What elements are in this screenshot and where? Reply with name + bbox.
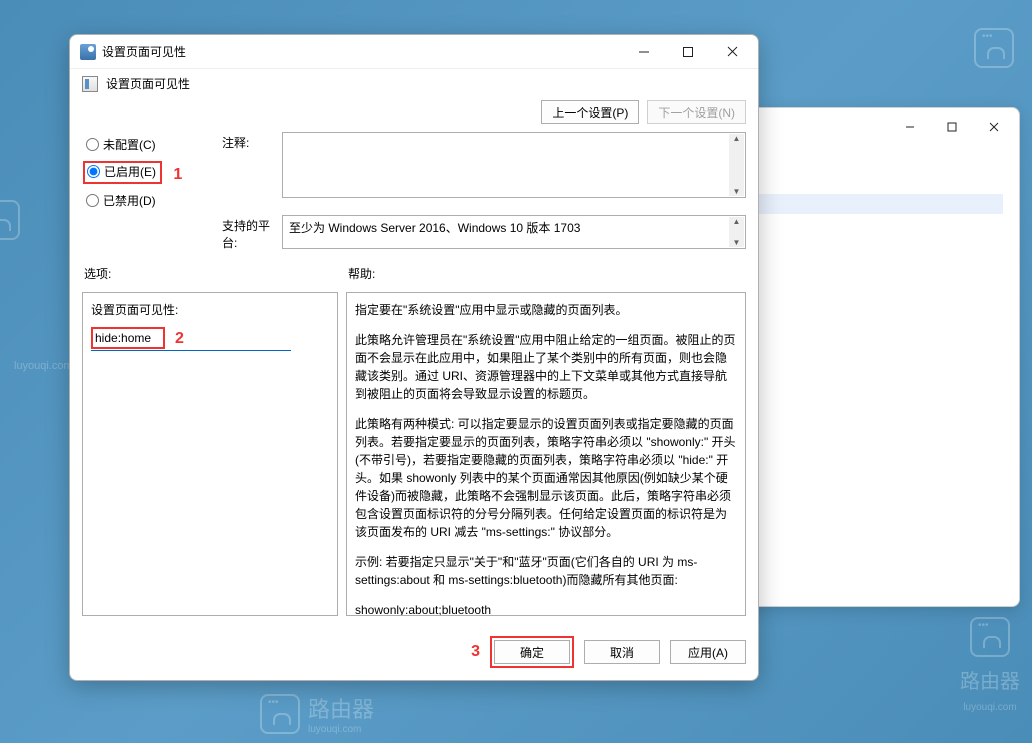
watermark-brand: 路由器 (960, 665, 1020, 694)
help-panel[interactable]: 指定要在"系统设置"应用中显示或隐藏的页面列表。 此策略允许管理员在"系统设置"… (346, 292, 746, 616)
bg-maximize-button[interactable] (931, 112, 973, 142)
watermark-icon (974, 28, 1014, 68)
comments-textarea[interactable]: ▲▼ (282, 132, 746, 198)
scrollbar[interactable]: ▲▼ (729, 134, 744, 196)
bg-close-button[interactable] (973, 112, 1015, 142)
window-title: 设置页面可见性 (102, 43, 622, 60)
next-setting-button: 下一个设置(N) (647, 100, 746, 124)
visibility-input[interactable] (93, 329, 163, 347)
visibility-field-label: 设置页面可见性: (91, 301, 329, 319)
help-paragraph: showonly:about;bluetooth (355, 601, 737, 616)
ok-button[interactable]: 确定 (494, 640, 570, 664)
cancel-button[interactable]: 取消 (584, 640, 660, 664)
help-paragraph: 示例: 若要指定只显示"关于"和"蓝牙"页面(它们各自的 URI 为 ms-se… (355, 553, 737, 589)
platform-text: 至少为 Windows Server 2016、Windows 10 版本 17… (289, 221, 580, 235)
watermark-url: luyouqi.com (963, 702, 1016, 713)
help-paragraph: 指定要在"系统设置"应用中显示或隐藏的页面列表。 (355, 301, 737, 319)
bg-minimize-button[interactable] (889, 112, 931, 142)
policy-icon (82, 76, 98, 92)
app-icon (80, 44, 96, 60)
options-panel: 设置页面可见性: 2 (82, 292, 338, 616)
comments-label: 注释: (222, 132, 282, 151)
watermark-icon (970, 617, 1010, 657)
state-radio-group: 未配置(C) 已启用(E) 1 已禁用(D) (86, 132, 222, 209)
options-label: 选项: (84, 265, 338, 282)
platform-label: 支持的平台: (222, 215, 282, 251)
annotation-3: 3 (471, 643, 480, 661)
watermark-icon (0, 200, 20, 240)
dialog-subtitle: 设置页面可见性 (106, 75, 190, 92)
help-label: 帮助: (348, 265, 746, 282)
watermark-url: luyouqi.com (14, 360, 73, 372)
close-button[interactable] (710, 37, 754, 67)
settings-visibility-dialog: 设置页面可见性 设置页面可见性 上一个设置(P) 下一个设置(N) 未配置(C (69, 34, 759, 681)
radio-enabled[interactable]: 已启用(E) (87, 163, 156, 180)
radio-not-configured[interactable]: 未配置(C) (86, 136, 222, 153)
annotation-1: 1 (173, 166, 182, 183)
watermark-brand: 路由器 (308, 692, 374, 724)
radio-disabled[interactable]: 已禁用(D) (86, 192, 222, 209)
watermark-icon (260, 694, 300, 734)
titlebar: 设置页面可见性 (70, 35, 758, 69)
help-paragraph: 此策略有两种模式: 可以指定要显示的设置页面列表或指定要隐藏的页面列表。若要指定… (355, 415, 737, 541)
minimize-button[interactable] (622, 37, 666, 67)
apply-button[interactable]: 应用(A) (670, 640, 746, 664)
help-paragraph: 此策略允许管理员在"系统设置"应用中阻止给定的一组页面。被阻止的页面不会显示在此… (355, 331, 737, 403)
annotation-2: 2 (175, 330, 184, 347)
scrollbar[interactable]: ▲▼ (729, 217, 744, 247)
previous-setting-button[interactable]: 上一个设置(P) (541, 100, 639, 124)
maximize-button[interactable] (666, 37, 710, 67)
background-window (740, 107, 1020, 607)
watermark-url: luyouqi.com (308, 724, 374, 735)
platform-textarea[interactable]: 至少为 Windows Server 2016、Windows 10 版本 17… (282, 215, 746, 249)
